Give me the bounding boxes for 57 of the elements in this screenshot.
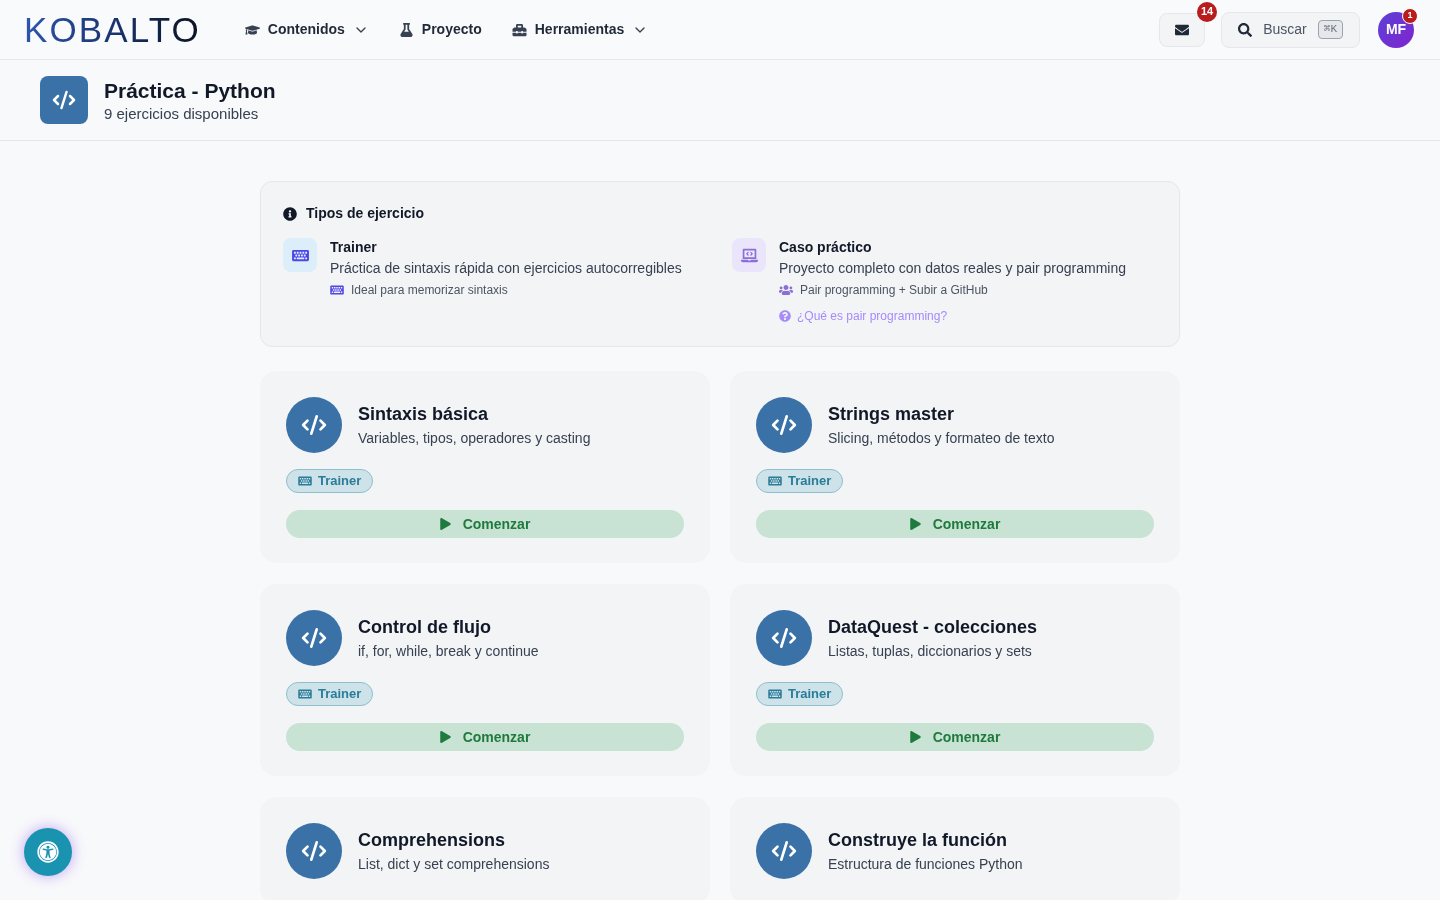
keyboard-icon — [298, 688, 312, 700]
accessibility-button[interactable] — [24, 828, 72, 876]
trainer-badge: Trainer — [286, 469, 374, 493]
trainer-badge: Trainer — [286, 682, 374, 706]
exercise-description: if, for, while, break y continue — [358, 642, 539, 661]
keyboard-icon — [298, 475, 312, 487]
page-subtitle: 9 ejercicios disponibles — [104, 103, 260, 124]
exercise-description: Estructura de funciones Python — [828, 855, 1023, 874]
keyboard-icon — [768, 688, 782, 700]
exercise-description: Variables, tipos, operadores y casting — [358, 429, 591, 448]
play-icon — [439, 518, 451, 530]
notification-badge: 14 — [1196, 1, 1218, 22]
play-icon — [909, 518, 921, 530]
exercise-description: Listas, tuplas, diccionarios y sets — [828, 642, 1033, 661]
exercise-title: Sintaxis básica — [358, 403, 490, 426]
exercise-title: DataQuest - colecciones — [828, 616, 1038, 639]
exercise-title: Strings master — [828, 403, 956, 426]
type-title: Caso práctico — [779, 238, 873, 256]
nav-item[interactable]: Proyecto — [398, 19, 482, 40]
code-tile-icon — [40, 76, 88, 124]
info-icon — [283, 206, 297, 221]
trainer-badge: Trainer — [756, 469, 844, 493]
exercise-description: Slicing, métodos y formateo de texto — [828, 429, 1055, 448]
type-note: Ideal para memorizar sintaxis — [351, 282, 508, 298]
start-button[interactable]: Comenzar — [756, 723, 1154, 751]
start-button[interactable]: Comenzar — [286, 510, 684, 538]
exercise-title: Construye la función — [828, 829, 1008, 852]
nav-item[interactable]: Contenidos — [244, 19, 369, 40]
search-button[interactable]: Buscar ⌘K — [1221, 11, 1360, 48]
play-icon — [439, 731, 451, 743]
play-icon — [909, 731, 921, 743]
shortcut-key: ⌘K — [1317, 20, 1343, 39]
flask-icon — [398, 22, 414, 37]
graduation-cap-icon — [244, 22, 260, 37]
keyboard-icon — [768, 475, 782, 487]
page-title: Práctica - Python — [104, 77, 276, 104]
trainer-badge: Trainer — [756, 682, 844, 706]
type-description: Proyecto completo con datos reales y pair programming — [779, 259, 1127, 278]
accessibility-icon — [37, 841, 59, 863]
exercise-title: Control de flujo — [358, 616, 492, 639]
type-note: Pair programming + Subir a GitHub — [800, 282, 988, 298]
keyboard-tile-icon — [283, 238, 317, 272]
type-description: Práctica de sintaxis rápida con ejercicios autocorregibles — [330, 259, 682, 278]
start-button[interactable]: Comenzar — [756, 510, 1154, 538]
avatar-badge: 1 — [1402, 7, 1418, 24]
keyboard-icon — [330, 284, 344, 296]
toolbox-icon — [511, 22, 527, 37]
exercise-title: Comprehensions — [358, 829, 507, 852]
search-icon — [1238, 22, 1253, 37]
users-icon — [779, 284, 793, 296]
info-title: Tipos de ejercicio — [306, 204, 424, 223]
start-button[interactable]: Comenzar — [286, 723, 684, 751]
type-title: Trainer — [330, 238, 378, 256]
envelope-icon — [1174, 22, 1191, 37]
laptop-code-tile-icon — [732, 238, 766, 272]
exercise-description: List, dict y set comprehensions — [358, 855, 550, 874]
nav-item[interactable]: Herramientas — [511, 19, 649, 40]
